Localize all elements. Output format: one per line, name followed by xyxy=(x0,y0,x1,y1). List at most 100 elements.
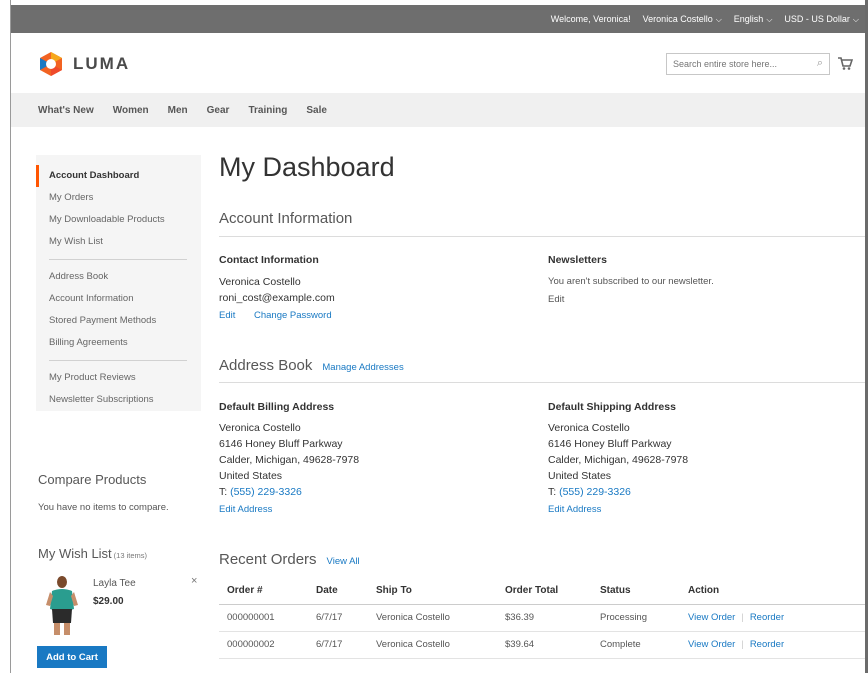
view-order-link[interactable]: View Order xyxy=(688,612,735,623)
sidebar-item-downloadable-products[interactable]: My Downloadable Products xyxy=(36,209,201,231)
recent-orders-title-text: Recent Orders xyxy=(219,551,317,568)
view-order-link[interactable]: View Order xyxy=(688,639,735,650)
compare-empty-message: You have no items to compare. xyxy=(38,502,169,513)
sidebar-item-wish-list[interactable]: My Wish List xyxy=(36,231,201,253)
site-header: LUMA ⌕ xyxy=(11,33,865,93)
shipping-country: United States xyxy=(548,470,612,482)
shipping-phone: T: (555) 229-3326 xyxy=(548,484,631,500)
wishlist-item-price: $29.00 xyxy=(93,596,124,607)
edit-newsletter-link[interactable]: Edit xyxy=(548,294,564,305)
action-separator: | xyxy=(741,639,744,650)
sidebar-item-account-information[interactable]: Account Information xyxy=(36,288,201,310)
currency-label: USD - US Dollar xyxy=(784,13,850,24)
table-row: 000000001 6/7/17 Veronica Costello $36.3… xyxy=(219,604,865,632)
chevron-down-icon: ⌵ xyxy=(766,14,773,24)
shipping-street: 6146 Honey Bluff Parkway xyxy=(548,438,672,450)
billing-country: United States xyxy=(219,470,283,482)
change-password-link[interactable]: Change Password xyxy=(254,310,332,321)
customer-menu-label: Veronica Costello xyxy=(642,13,713,24)
newsletters-title: Newsletters xyxy=(548,254,607,266)
reorder-link[interactable]: Reorder xyxy=(750,639,784,650)
reorder-link[interactable]: Reorder xyxy=(750,612,784,623)
edit-shipping-address-link[interactable]: Edit Address xyxy=(548,504,601,515)
logo[interactable]: LUMA xyxy=(39,51,130,77)
sidebar-item-billing-agreements[interactable]: Billing Agreements xyxy=(36,332,201,354)
billing-street: 6146 Honey Bluff Parkway xyxy=(219,438,343,450)
billing-phone-link[interactable]: (555) 229-3326 xyxy=(230,486,302,498)
column-header-order: Order # xyxy=(219,577,308,605)
window-left-edge xyxy=(0,0,11,673)
chevron-down-icon: ⌵ xyxy=(715,14,722,24)
header-panel: Welcome, Veronica! Veronica Costello ⌵ En… xyxy=(11,5,865,33)
sidebar-divider xyxy=(49,360,187,361)
sidebar-item-my-orders[interactable]: My Orders xyxy=(36,187,201,209)
order-actions: View Order | Reorder xyxy=(680,631,865,659)
chevron-down-icon: ⌵ xyxy=(852,14,859,24)
sidebar-item-newsletter-subscriptions[interactable]: Newsletter Subscriptions xyxy=(36,389,201,411)
nav-item-women[interactable]: Women xyxy=(113,105,149,116)
order-ship-to: Veronica Costello xyxy=(368,604,497,632)
section-divider xyxy=(219,382,865,383)
order-ship-to: Veronica Costello xyxy=(368,631,497,659)
search-box[interactable]: ⌕ xyxy=(666,53,830,75)
sidebar-divider xyxy=(49,259,187,260)
sidebar-item-account-dashboard[interactable]: Account Dashboard xyxy=(36,165,201,187)
cart-icon[interactable] xyxy=(837,55,854,71)
column-header-ship-to: Ship To xyxy=(368,577,497,605)
account-information-title: Account Information xyxy=(219,210,353,227)
order-total: $39.64 xyxy=(497,631,592,659)
shipping-phone-link[interactable]: (555) 229-3326 xyxy=(559,486,631,498)
phone-prefix: T: xyxy=(548,486,560,498)
manage-addresses-link[interactable]: Manage Addresses xyxy=(322,362,403,373)
sidebar-item-stored-payment-methods[interactable]: Stored Payment Methods xyxy=(36,310,201,332)
logo-text: LUMA xyxy=(73,54,131,73)
language-label: English xyxy=(733,13,764,24)
language-switcher[interactable]: English ⌵ xyxy=(734,14,773,25)
search-icon[interactable]: ⌕ xyxy=(817,57,823,70)
page-title: My Dashboard xyxy=(219,152,395,182)
address-book-title-text: Address Book xyxy=(219,357,313,374)
billing-city: Calder, Michigan, 49628-7978 xyxy=(219,454,360,466)
add-to-cart-button[interactable]: Add to Cart xyxy=(37,646,107,668)
contact-email: roni_cost@example.com xyxy=(219,292,335,304)
panel-links: Welcome, Veronica! Veronica Costello ⌵ En… xyxy=(551,5,859,33)
column-header-order-total: Order Total xyxy=(497,577,592,605)
close-icon[interactable]: × xyxy=(191,575,197,587)
recent-orders-title: Recent Orders View All xyxy=(219,551,360,568)
contact-information-title: Contact Information xyxy=(219,254,319,266)
edit-billing-address-link[interactable]: Edit Address xyxy=(219,504,272,515)
table-row: 000000002 6/7/17 Veronica Costello $39.6… xyxy=(219,631,865,659)
section-divider xyxy=(219,236,865,237)
edit-contact-link[interactable]: Edit xyxy=(219,310,235,321)
shipping-city: Calder, Michigan, 49628-7978 xyxy=(548,454,689,466)
nav-item-whats-new[interactable]: What's New xyxy=(38,105,94,116)
nav-item-sale[interactable]: Sale xyxy=(306,105,327,116)
order-number: 000000002 xyxy=(219,631,308,659)
table-header-row: Order # Date Ship To Order Total Status … xyxy=(219,577,865,605)
account-sidebar-nav: Account Dashboard My Orders My Downloada… xyxy=(36,155,201,411)
recent-orders-table: Order # Date Ship To Order Total Status … xyxy=(219,577,865,659)
billing-phone: T: (555) 229-3326 xyxy=(219,484,302,500)
view-all-orders-link[interactable]: View All xyxy=(327,556,360,567)
billing-address-title: Default Billing Address xyxy=(219,401,335,413)
wishlist-title: My Wish List (13 items) xyxy=(38,546,147,561)
product-image[interactable] xyxy=(44,575,80,637)
sidebar-item-address-book[interactable]: Address Book xyxy=(36,266,201,288)
action-separator: | xyxy=(741,612,744,623)
order-total: $36.39 xyxy=(497,604,592,632)
nav-item-men[interactable]: Men xyxy=(168,105,188,116)
order-actions: View Order | Reorder xyxy=(680,604,865,632)
nav-item-gear[interactable]: Gear xyxy=(207,105,230,116)
customer-menu[interactable]: Veronica Costello ⌵ xyxy=(643,14,722,25)
wishlist-title-text: My Wish List xyxy=(38,546,112,561)
search-input[interactable] xyxy=(673,59,813,69)
nav-item-training[interactable]: Training xyxy=(248,105,287,116)
column-header-status: Status xyxy=(592,577,680,605)
shipping-address-title: Default Shipping Address xyxy=(548,401,676,413)
column-header-date: Date xyxy=(308,577,368,605)
wishlist-count: (13 items) xyxy=(113,551,148,560)
order-number: 000000001 xyxy=(219,604,308,632)
wishlist-item-name[interactable]: Layla Tee xyxy=(93,578,136,589)
sidebar-item-product-reviews[interactable]: My Product Reviews xyxy=(36,367,201,389)
currency-switcher[interactable]: USD - US Dollar ⌵ xyxy=(784,14,859,25)
